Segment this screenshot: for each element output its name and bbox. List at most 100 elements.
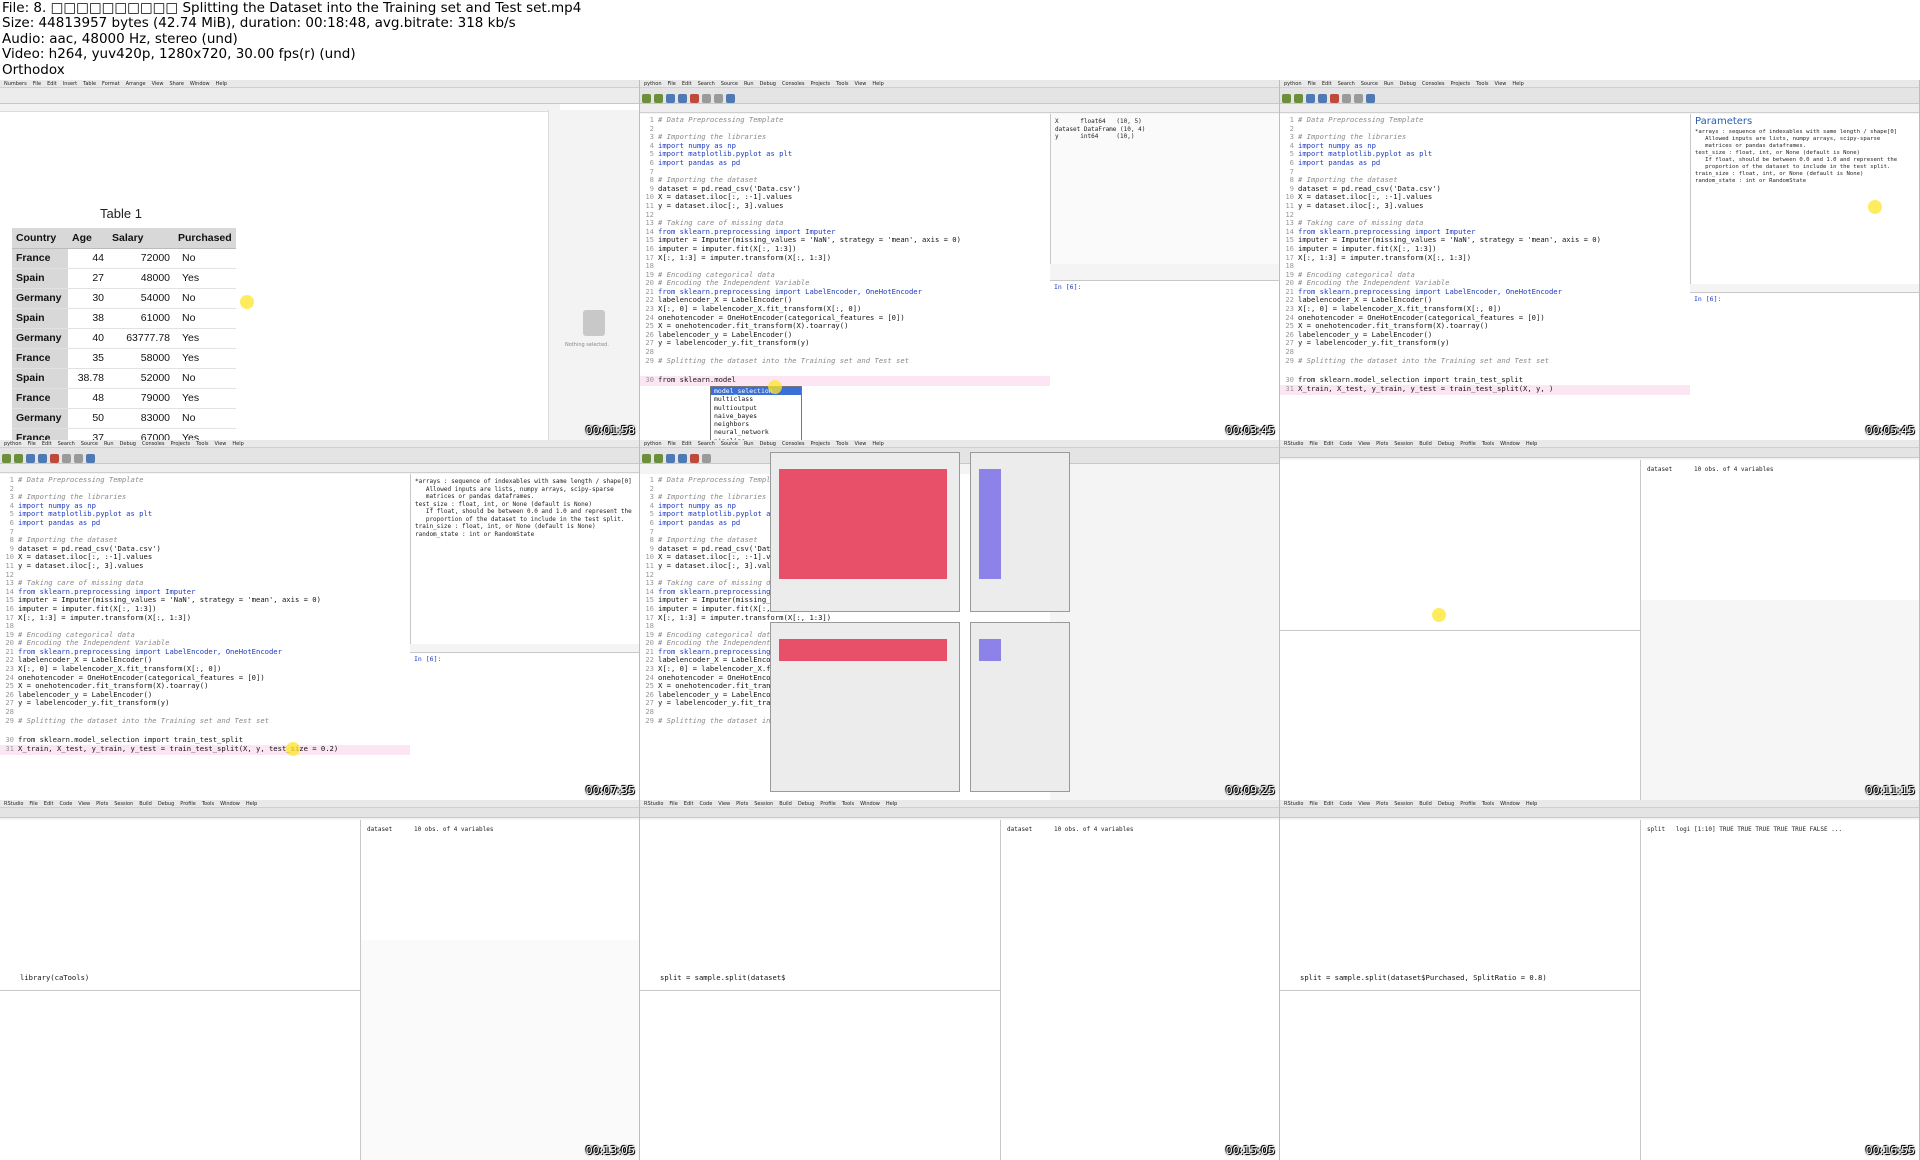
r-console[interactable] <box>1280 990 1640 1160</box>
array-dialog-xtrain[interactable] <box>770 452 960 612</box>
ipython-console[interactable]: In [6]: <box>410 652 639 800</box>
menu-item[interactable]: Numbers <box>4 81 27 87</box>
menu-item[interactable]: View <box>1495 81 1507 87</box>
menu-item[interactable]: Profile <box>180 801 196 807</box>
menu-item[interactable]: Plots <box>1376 801 1388 807</box>
r-console[interactable] <box>1280 630 1640 800</box>
table-cell[interactable]: Germany <box>12 288 68 309</box>
table-cell[interactable]: 67000 <box>108 428 174 440</box>
menu-item[interactable]: Consoles <box>1422 81 1444 87</box>
table-cell[interactable]: 72000 <box>108 248 174 269</box>
menu-item[interactable]: Tools <box>842 801 854 807</box>
table-cell[interactable]: Yes <box>174 428 236 440</box>
menu-item[interactable]: Arrange <box>126 81 146 87</box>
menu-item[interactable]: Projects <box>810 81 830 87</box>
table-row[interactable]: Germany 40 63777.78 Yes <box>12 328 236 349</box>
menu-item[interactable]: Plots <box>96 801 108 807</box>
table-cell[interactable]: Spain <box>12 368 68 389</box>
menu-item[interactable]: File <box>1309 441 1317 447</box>
menu-item[interactable]: Build <box>1419 441 1432 447</box>
menu-item[interactable]: File <box>29 801 37 807</box>
menu-item[interactable]: Consoles <box>782 81 804 87</box>
table-cell[interactable]: 27 <box>68 268 108 289</box>
r-source-editor[interactable] <box>1280 820 1640 990</box>
menu-item[interactable]: Debug <box>120 441 136 447</box>
autocomplete-item[interactable]: multioutput <box>711 404 801 412</box>
menu-item[interactable]: Edit <box>682 441 692 447</box>
table-cell[interactable]: Yes <box>174 268 236 289</box>
menu-item[interactable]: python <box>4 441 22 447</box>
menu-item[interactable]: Source <box>721 81 738 87</box>
menu-item[interactable]: File <box>668 441 676 447</box>
table-cell[interactable]: 38.78 <box>68 368 108 389</box>
menu-item[interactable]: Profile <box>1460 801 1476 807</box>
menu-item[interactable]: File <box>1308 81 1316 87</box>
menu-item[interactable]: View <box>855 81 867 87</box>
menu-item[interactable]: Help <box>886 801 897 807</box>
table-cell[interactable]: No <box>174 288 236 309</box>
column-header[interactable]: Purchased <box>174 228 236 249</box>
column-header[interactable]: Country <box>12 228 68 249</box>
menu-item[interactable]: Code <box>699 801 712 807</box>
menu-item[interactable]: Debug <box>1438 441 1454 447</box>
table-cell[interactable]: No <box>174 308 236 329</box>
table-cell[interactable]: France <box>12 428 68 440</box>
menu-item[interactable]: Tools <box>1476 81 1488 87</box>
menu-item[interactable]: Projects <box>810 441 830 447</box>
menu-item[interactable]: Help <box>1526 441 1537 447</box>
table-cell[interactable]: Spain <box>12 268 68 289</box>
menu-item[interactable]: Help <box>232 441 243 447</box>
menu-item[interactable]: View <box>152 81 164 87</box>
menu-item[interactable]: Edit <box>684 801 694 807</box>
menu-item[interactable]: Code <box>59 801 72 807</box>
table-row[interactable]: France 37 67000 Yes <box>12 428 236 440</box>
array-dialog-ytrain[interactable] <box>970 452 1070 612</box>
menu-item[interactable]: Session <box>754 801 773 807</box>
menu-item[interactable]: Debug <box>1438 801 1454 807</box>
menu-item[interactable]: Share <box>169 81 183 87</box>
menu-item[interactable]: Insert <box>63 81 77 87</box>
menu-item[interactable]: Help <box>872 81 883 87</box>
menu-item[interactable]: Debug <box>1400 81 1416 87</box>
menu-item[interactable]: Debug <box>760 441 776 447</box>
table-cell[interactable]: Spain <box>12 308 68 329</box>
menu-item[interactable]: Projects <box>170 441 190 447</box>
menu-item[interactable]: Help <box>872 441 883 447</box>
menu-item[interactable]: File <box>1309 801 1317 807</box>
table-cell[interactable]: 61000 <box>108 308 174 329</box>
menu-item[interactable]: Projects <box>1450 81 1470 87</box>
menu-item[interactable]: Profile <box>820 801 836 807</box>
autocomplete-item[interactable]: neural_network <box>711 428 801 436</box>
autocomplete-item[interactable]: naive_bayes <box>711 412 801 420</box>
menu-item[interactable]: Format <box>102 81 120 87</box>
menu-item[interactable]: RStudio <box>4 801 23 807</box>
r-source-editor[interactable] <box>1280 460 1640 630</box>
autocomplete-item[interactable]: neighbors <box>711 420 801 428</box>
menu-item[interactable]: File <box>33 81 41 87</box>
table-row[interactable]: Spain 27 48000 Yes <box>12 268 236 289</box>
menu-item[interactable]: Edit <box>47 81 57 87</box>
column-header[interactable]: Age <box>68 228 108 249</box>
menu-item[interactable]: File <box>668 81 676 87</box>
menu-item[interactable]: Code <box>1339 441 1352 447</box>
menu-item[interactable]: Debug <box>760 81 776 87</box>
menu-item[interactable]: File <box>28 441 36 447</box>
table-cell[interactable]: 83000 <box>108 408 174 429</box>
table-cell[interactable]: No <box>174 368 236 389</box>
menu-item[interactable]: Help <box>1512 81 1523 87</box>
menu-item[interactable]: Window <box>860 801 880 807</box>
r-console[interactable] <box>640 990 1000 1160</box>
table-cell[interactable]: 58000 <box>108 348 174 369</box>
menu-item[interactable]: python <box>644 81 662 87</box>
menu-item[interactable]: RStudio <box>644 801 663 807</box>
menu-item[interactable]: Session <box>1394 801 1413 807</box>
table-cell[interactable]: Yes <box>174 388 236 409</box>
menu-item[interactable]: Run <box>104 441 114 447</box>
menu-item[interactable]: Edit <box>42 441 52 447</box>
menu-item[interactable]: Build <box>139 801 152 807</box>
ipython-console[interactable]: In [6]: <box>1050 280 1279 440</box>
table-cell[interactable]: No <box>174 408 236 429</box>
table-cell[interactable]: 48 <box>68 388 108 409</box>
table-cell[interactable]: 54000 <box>108 288 174 309</box>
menu-item[interactable]: Tools <box>836 81 848 87</box>
